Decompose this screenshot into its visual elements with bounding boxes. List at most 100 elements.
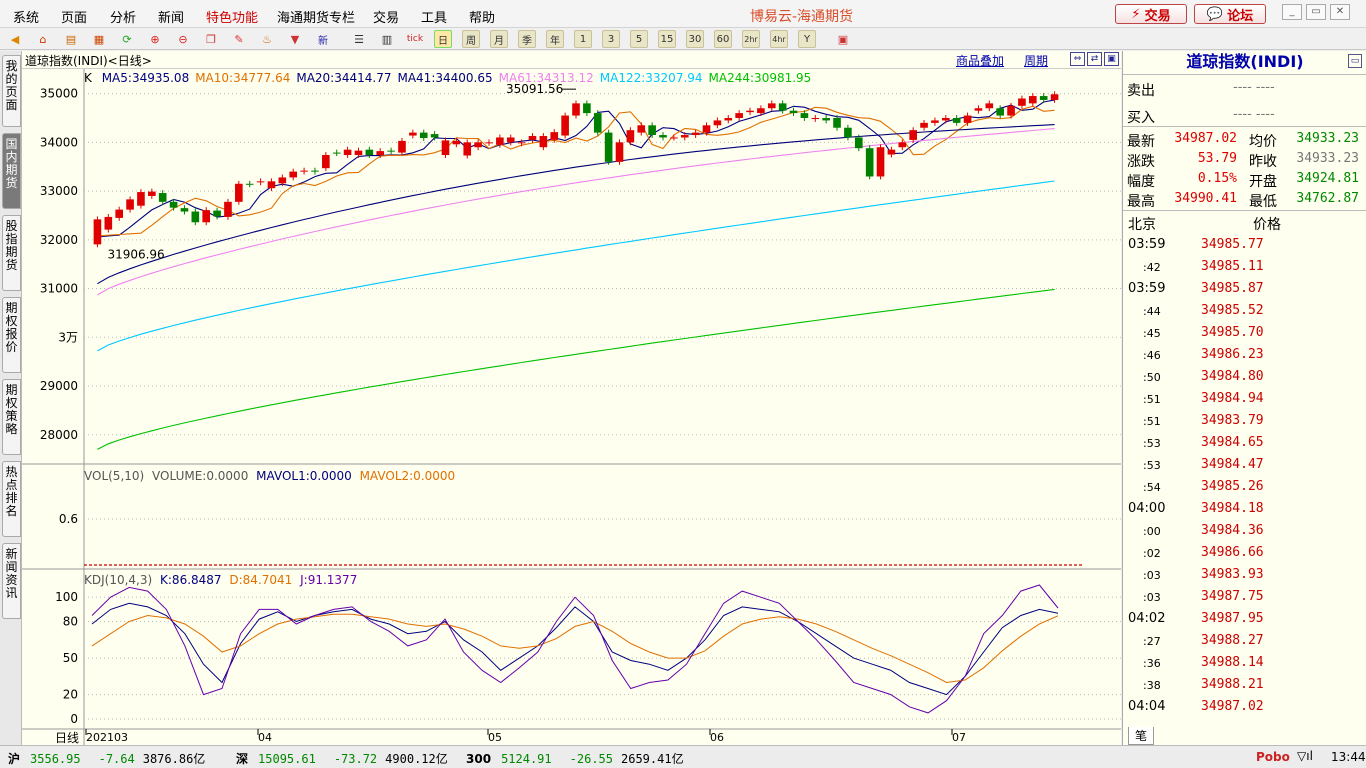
period-week[interactable]: 周 [462, 30, 480, 48]
close-button[interactable]: ✕ [1330, 4, 1350, 20]
period-60min[interactable]: 60 [714, 30, 732, 48]
quote-stat-value: 0.15% [1197, 171, 1237, 186]
menu-tools[interactable]: 工具 [421, 7, 447, 26]
sidebar-tab-domestic-futures[interactable]: 国内期货 [2, 133, 21, 209]
quote-stat-label: 均价 [1249, 134, 1277, 150]
index-ticker[interactable]: 300 5124.91 -26.55 2659.41亿 [466, 750, 684, 767]
period-quarter[interactable]: 季 [518, 30, 536, 48]
chart-icon[interactable]: ▥ [378, 30, 396, 48]
sidebar-tab-option-strategy[interactable]: 期权策略 [2, 379, 21, 455]
ma-line-ma5 [97, 99, 1055, 238]
axis-labels: 35000 34000 33000 32000 31000 3万 29000 28000 0.6… [40, 82, 966, 744]
kline-chart-svg[interactable]: 35000 34000 33000 32000 31000 3万 29000 28000 0.6… [22, 69, 1121, 745]
candle-body [506, 137, 515, 143]
candle-body [256, 181, 265, 183]
kdj-j-value: J:91.1377 [300, 573, 358, 587]
period-day[interactable]: 日 [434, 30, 452, 48]
candle-body [865, 148, 874, 177]
menu-analysis[interactable]: 分析 [110, 7, 136, 26]
period-1min[interactable]: 1 [574, 30, 592, 48]
candle-body [637, 125, 646, 133]
menu-trade[interactable]: 交易 [373, 7, 399, 26]
tick-price: 34985.77 [1201, 237, 1264, 252]
layout-icon[interactable]: ▣ [834, 30, 852, 48]
index-ticker[interactable]: 沪 3556.95 -7.64 3876.86亿 [8, 750, 205, 767]
period-15min[interactable]: 15 [658, 30, 676, 48]
sidebar-tab-option-quotes[interactable]: 期权报价 [2, 297, 21, 373]
tick-icon[interactable]: tick [406, 30, 424, 48]
period-2hr[interactable]: 2hr [742, 30, 760, 48]
zoom-out-icon[interactable]: ⊖ [174, 30, 192, 48]
sidebar-tab-news[interactable]: 新闻资讯 [2, 543, 21, 619]
overlay-commodity-link[interactable]: 商品叠加 [956, 52, 1004, 69]
candle-body [572, 103, 580, 116]
period-3min[interactable]: 3 [602, 30, 620, 48]
tick-time: :45 [1143, 327, 1161, 340]
sidebar-tab-index-futures[interactable]: 股指期货 [2, 215, 21, 291]
calendar-icon[interactable]: ▦ [90, 30, 108, 48]
period-month[interactable]: 月 [490, 30, 508, 48]
quote-stat-label: 昨收 [1249, 154, 1277, 170]
ticker-name: 深 [236, 752, 249, 766]
ticker-amount: 3876.86亿 [142, 752, 206, 766]
ticker-change: -7.64 [98, 752, 135, 766]
forum-button[interactable]: 💬 论坛 [1194, 4, 1266, 24]
shrink-icon[interactable]: ⇔ [1070, 52, 1085, 66]
app-title: 博易云-海通期货 [750, 9, 854, 25]
menu-help[interactable]: 帮助 [469, 7, 495, 26]
candle-body [278, 177, 287, 184]
tick-tab[interactable]: 笔 [1128, 727, 1154, 745]
tick-price: 34984.65 [1201, 435, 1264, 450]
minimize-button[interactable]: _ [1282, 4, 1302, 20]
refresh-icon[interactable]: ⟳ [118, 30, 136, 48]
candle-body [746, 110, 754, 113]
menu-news[interactable]: 新闻 [158, 7, 184, 26]
menu-features[interactable]: 特色功能 [206, 7, 258, 26]
trade-button[interactable]: ⚡ 交易 [1115, 4, 1187, 24]
sidebar-tab-my-page[interactable]: 我的页面 [2, 55, 21, 127]
candle-body [811, 117, 820, 119]
filter-icon[interactable]: ▼ [286, 30, 304, 48]
candle-body [800, 113, 809, 118]
draw-pen-icon[interactable]: ✎ [230, 30, 248, 48]
period-30min[interactable]: 30 [686, 30, 704, 48]
period-link[interactable]: 周期 [1024, 52, 1048, 69]
ma-legend: K MA5:34935.08 MA10:34777.64 MA20:34414.77… [84, 71, 817, 85]
table-icon[interactable]: ☰ [350, 30, 368, 48]
sidebar-tab-hot-ranking[interactable]: 热点排名 [2, 461, 21, 537]
candle-body [593, 113, 602, 133]
candle-body [931, 120, 939, 123]
home-icon[interactable]: ⌂ [34, 30, 52, 48]
candle-body [115, 209, 123, 218]
maximize-button[interactable]: ▭ [1306, 4, 1326, 20]
expand-icon[interactable]: ⇄ [1087, 52, 1102, 66]
chart-area[interactable]: 道琼指数(INDI)<日线> 商品叠加 周期 ⇔ ⇄ ▣ 35000 34000 3… [22, 51, 1121, 745]
menu-page[interactable]: 页面 [61, 7, 87, 26]
period-custom[interactable]: Y [798, 30, 816, 48]
quote-list-icon[interactable]: ▤ [62, 30, 80, 48]
panel-toggle-icon[interactable]: ▣ [1104, 52, 1119, 66]
menu-haitong-column[interactable]: 海通期货专栏 [277, 7, 355, 26]
window-icon[interactable]: ❐ [202, 30, 220, 48]
candle-body [735, 113, 743, 118]
candle-body [332, 152, 341, 154]
panel-collapse-icon[interactable]: ▭ [1348, 54, 1362, 68]
menu-system[interactable]: 系统 [13, 7, 39, 26]
zoom-in-icon[interactable]: ⊕ [146, 30, 164, 48]
back-arrow-icon[interactable]: ◀ [6, 30, 24, 48]
period-4hr[interactable]: 4hr [770, 30, 788, 48]
tick-price: 34986.23 [1201, 347, 1264, 362]
period-5min[interactable]: 5 [630, 30, 648, 48]
candle-body [202, 210, 211, 223]
period-year[interactable]: 年 [546, 30, 564, 48]
tick-price: 34986.66 [1201, 545, 1264, 560]
tick-list[interactable]: 03:59 34985.77:42 34985.11 03:59 34985.87:44… [1123, 235, 1366, 725]
new-icon[interactable]: 新 [314, 30, 332, 48]
candle-body [474, 142, 482, 148]
candle-body [604, 132, 613, 162]
status-bar: 沪 3556.95 -7.64 3876.86亿 深 15095.61 -73.72 4900… [0, 745, 1366, 768]
tools-icon[interactable]: ♨ [258, 30, 276, 48]
vol-label: VOL(5,10) [84, 469, 145, 483]
tick-price: 34984.94 [1201, 391, 1264, 406]
index-ticker[interactable]: 深 15095.61 -73.72 4900.12亿 [236, 750, 448, 767]
